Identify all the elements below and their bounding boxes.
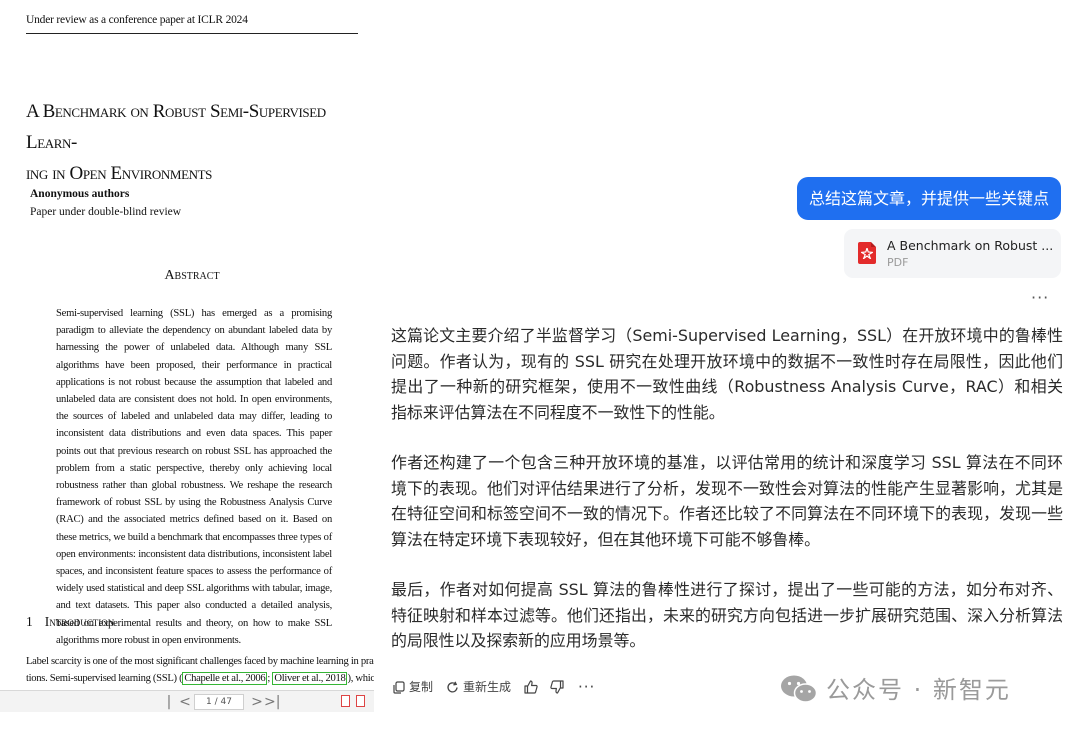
pdf-paper-title: A Benchmark on Robust Semi-Supervised Le… (26, 96, 371, 189)
pdf-page: Under review as a conference paper at IC… (0, 0, 374, 690)
pdf-intro-body: Label scarcity is one of the most signif… (26, 653, 374, 687)
pdf-abstract-body: Semi-supervised learning (SSL) has emerg… (56, 308, 332, 646)
pdf-intro-line-2-end: , which is a promising (350, 673, 374, 684)
regenerate-label: 重新生成 (463, 680, 512, 694)
pdf-intro-line-2-start: tions. Semi-supervised learning (SSL) (26, 673, 180, 684)
thumbs-down-icon (550, 680, 564, 694)
thumbs-up-button[interactable] (524, 676, 542, 698)
copy-icon (393, 681, 405, 694)
pdf-intro-line-1: Label scarcity is one of the most signif… (26, 656, 374, 667)
print-pdf-icon[interactable] (356, 695, 365, 707)
next-page-button[interactable]: > (250, 692, 264, 712)
pdf-section-title: Introduction (44, 614, 115, 629)
watermark: 公众号 · 新智元 (780, 672, 1011, 708)
answer-paragraph: 最后，作者对如何提高 SSL 算法的鲁棒性进行了探讨，提出了一些可能的方法，如分… (391, 580, 1063, 650)
pdf-title-line-2: ing in Open Environments (26, 163, 212, 184)
assistant-answer: 这篇论文主要介绍了半监督学习（Semi-Supervised Learning，… (391, 323, 1063, 679)
page-number-input[interactable]: 1 / 47 (194, 694, 244, 710)
regenerate-button[interactable]: 重新生成 (446, 676, 511, 698)
answer-paragraph: 作者还构建了一个包含三种开放环境的基准，以评估常用的统计和深度学习 SSL 算法… (391, 453, 1063, 549)
attachment-type: PDF (887, 256, 909, 269)
pdf-authors: Anonymous authors (30, 188, 130, 200)
pdf-toolbar: |< < 1 / 47 > >| (0, 690, 374, 712)
watermark-text: 公众号 · 新智元 (826, 676, 1011, 704)
pdf-viewer[interactable]: Under review as a conference paper at IC… (0, 0, 374, 712)
pdf-title-line-1: A Benchmark on Robust Semi-Supervised Le… (26, 101, 326, 153)
last-page-button[interactable]: >| (264, 692, 280, 712)
citation-link-chapelle[interactable]: Chapelle et al., 2006 (182, 672, 268, 685)
copy-button[interactable]: 复制 (393, 676, 433, 698)
pdf-file-icon (858, 242, 876, 264)
export-pdf-icon[interactable] (341, 695, 350, 707)
pdf-review-note: Paper under double-blind review (30, 206, 182, 218)
thumbs-up-icon (524, 680, 538, 694)
refresh-icon (447, 681, 458, 693)
citation-link-oliver[interactable]: Oliver et al., 2018 (272, 672, 348, 685)
pdf-section-number: 1 (26, 614, 33, 629)
pdf-running-header: Under review as a conference paper at IC… (26, 14, 248, 26)
answer-paragraph: 这篇论文主要介绍了半监督学习（Semi-Supervised Learning，… (391, 326, 1063, 422)
message-more-icon[interactable]: ··· (1031, 288, 1049, 307)
more-actions-button[interactable]: ··· (578, 676, 595, 698)
user-message-bubble: 总结这篇文章，并提供一些关键点 (796, 177, 1061, 220)
pdf-intro-heading: 1 Introduction (26, 614, 114, 630)
thumbs-down-button[interactable] (550, 676, 568, 698)
wechat-icon (781, 675, 818, 703)
first-page-button[interactable]: |< (162, 692, 176, 712)
attachment-card[interactable]: A Benchmark on Robust ... PDF (844, 229, 1061, 278)
pdf-abstract-heading: Abstract (164, 268, 220, 283)
prev-page-button[interactable]: < (178, 692, 192, 712)
pdf-header-rule (26, 33, 358, 34)
copy-label: 复制 (409, 680, 434, 694)
attachment-name: A Benchmark on Robust ... (887, 238, 1054, 253)
